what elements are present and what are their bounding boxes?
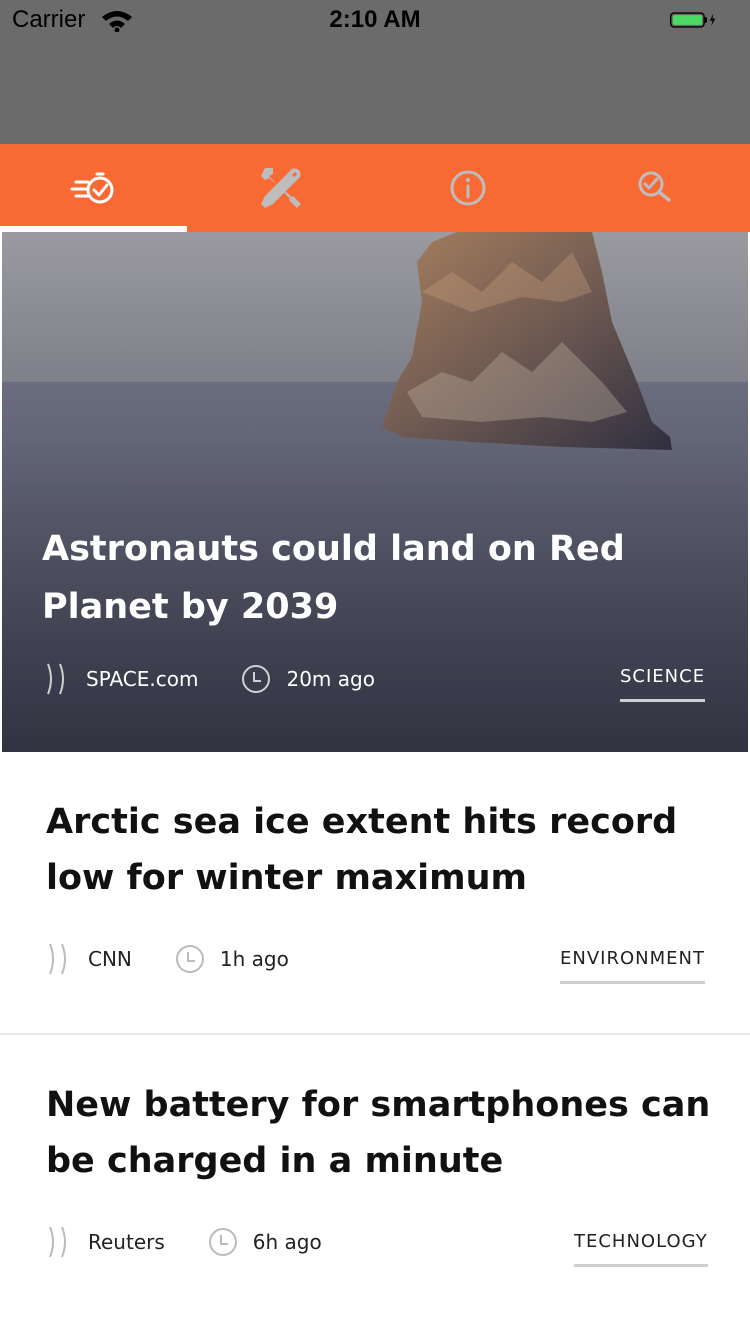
hero-time: 20m ago [286, 667, 375, 691]
article-meta: CNN 1h ago [46, 942, 289, 976]
tab-speed[interactable] [0, 144, 187, 232]
speed-check-icon [70, 172, 113, 204]
article-title: Arctic sea ice extent hits record low fo… [46, 802, 678, 898]
article-title: New battery for smartphones can be charg… [46, 1085, 711, 1181]
tab-info[interactable] [374, 144, 561, 232]
info-icon [450, 170, 485, 206]
article-time: 6h ago [252, 1230, 322, 1254]
hero-category[interactable]: SCIENCE [620, 666, 706, 702]
hero-article[interactable]: Astronauts could land on Red Planet by 2… [2, 232, 748, 752]
article-category[interactable]: ENVIRONMENT [560, 948, 705, 984]
article-category[interactable]: TECHNOLOGY [574, 1231, 708, 1267]
clock-icon [242, 665, 271, 693]
article-meta: Reuters 6h ago [46, 1225, 322, 1259]
source-icon [49, 1226, 66, 1258]
article-time: 1h ago [219, 947, 289, 971]
clock-icon [208, 1228, 237, 1256]
article-source: CNN [88, 947, 132, 971]
tools-icon [260, 168, 301, 208]
search-check-icon [638, 171, 671, 202]
clock-icon [175, 945, 204, 973]
source-icon [47, 663, 64, 695]
hero-title: Astronauts could land on Red Planet by 2… [42, 529, 625, 627]
source-icon [49, 943, 66, 975]
list-item[interactable]: New battery for smartphones can be charg… [0, 1035, 750, 1334]
hero-source: SPACE.com [86, 667, 199, 691]
hero-meta: SPACE.com 20m ago [44, 662, 375, 696]
battery-icon [670, 12, 716, 28]
tab-bar [0, 144, 750, 232]
tab-tools[interactable] [187, 144, 374, 232]
status-bar: Carrier 2:10 AM [0, 0, 750, 40]
tab-search[interactable] [561, 144, 748, 232]
list-item[interactable]: Arctic sea ice extent hits record low fo… [0, 752, 750, 1032]
article-source: Reuters [88, 1230, 165, 1254]
clock-time: 2:10 AM [329, 6, 421, 33]
